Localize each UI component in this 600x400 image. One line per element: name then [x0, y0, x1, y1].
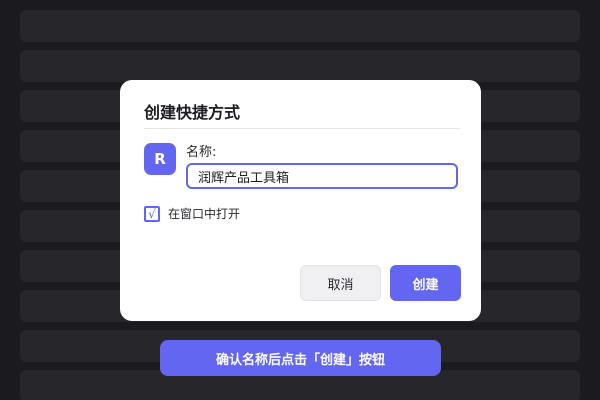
title-divider — [144, 128, 460, 129]
background-row — [20, 50, 580, 82]
open-in-window-option[interactable]: √ 在窗口中打开 — [144, 205, 240, 222]
name-label: 名称: — [186, 145, 217, 160]
screen: 创建快捷方式 R 名称: √ 在窗口中打开 取消 创建 确认名称后点击「创建」按… — [0, 0, 600, 400]
name-input[interactable] — [186, 163, 458, 189]
dialog-title: 创建快捷方式 — [144, 103, 241, 122]
background-row — [20, 10, 580, 42]
app-icon: R — [144, 143, 176, 175]
open-in-window-checkbox[interactable]: √ — [144, 205, 160, 222]
create-button[interactable]: 创建 — [390, 265, 461, 301]
open-in-window-label: 在窗口中打开 — [168, 207, 241, 221]
create-shortcut-dialog: 创建快捷方式 R 名称: √ 在窗口中打开 取消 创建 — [120, 80, 481, 321]
cancel-button[interactable]: 取消 — [300, 265, 381, 301]
hint-banner: 确认名称后点击「创建」按钮 — [160, 340, 441, 376]
